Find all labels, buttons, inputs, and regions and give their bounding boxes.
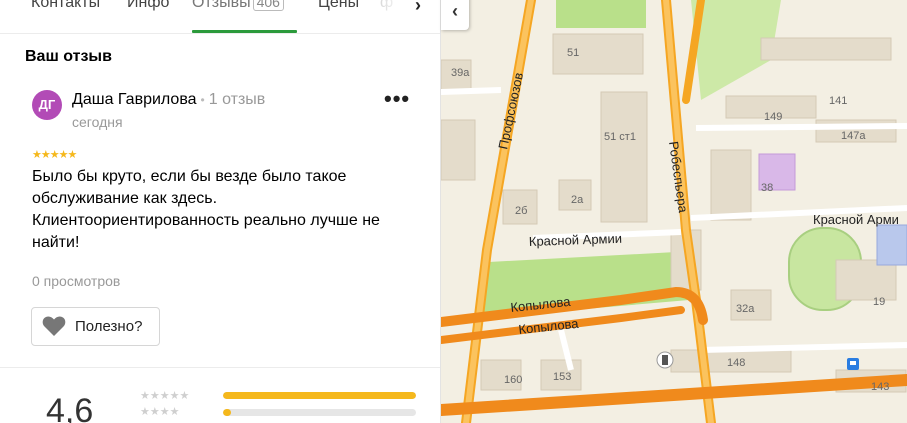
tab-reviews[interactable]: Отзывы 406 xyxy=(192,0,284,12)
review-author-line: Даша Гаврилова • 1 отзыв xyxy=(72,91,265,109)
tab-info[interactable]: Инфо xyxy=(127,0,169,12)
review-text: Было бы круто, если бы везде было такое … xyxy=(32,168,380,251)
author-name[interactable]: Даша Гаврилова xyxy=(72,91,197,108)
views-count: 0 просмотров xyxy=(32,273,121,289)
helpful-label: Полезно? xyxy=(75,318,143,335)
house-number: 19 xyxy=(873,296,885,308)
review-date: сегодня xyxy=(72,114,123,130)
reviews-panel: Контакты Инфо Отзывы406 Цены ф › Ваш отз… xyxy=(0,0,441,423)
house-number: 38 xyxy=(761,182,773,194)
heart-icon xyxy=(42,316,66,336)
street-label-krasnoy-armii-2: Красной Арми xyxy=(813,212,899,227)
house-number: 32а xyxy=(736,303,755,315)
house-number: 143 xyxy=(871,381,889,393)
house-number: 39а xyxy=(451,67,470,79)
rating-bar-4 xyxy=(223,409,416,416)
tab-contacts[interactable]: Контакты xyxy=(31,0,100,12)
active-tab-indicator xyxy=(192,30,297,33)
chess-icon[interactable] xyxy=(656,351,674,369)
tab-reviews-label: Отзывы xyxy=(192,0,251,11)
house-number: 2а xyxy=(571,194,584,206)
tab-prices[interactable]: Цены xyxy=(318,0,359,12)
author-review-count[interactable]: 1 отзыв xyxy=(209,91,266,108)
review-stars: ★★★★★ xyxy=(32,149,77,161)
house-number: 51 xyxy=(567,47,579,59)
tab-bar: Контакты Инфо Отзывы406 Цены ф › xyxy=(0,0,440,34)
house-number: 147а xyxy=(841,130,866,142)
blue-building xyxy=(876,224,907,266)
house-number: 160 xyxy=(504,374,522,386)
map-canvas[interactable]: Профсоюзов Робеспьера Красной Армии Крас… xyxy=(441,0,907,423)
house-number: 141 xyxy=(829,95,847,107)
separator-dot: • xyxy=(200,93,205,107)
rating-bar-5-fill xyxy=(223,392,416,399)
collapse-panel-icon[interactable]: ‹ xyxy=(441,0,469,30)
tab-fade xyxy=(372,0,404,30)
rating-row-5-stars: ★★★★★ xyxy=(140,390,190,402)
section-title: Ваш отзыв xyxy=(25,48,112,65)
tabs-next-icon[interactable]: › xyxy=(408,0,428,16)
bus-stop-icon[interactable] xyxy=(847,358,859,370)
app-root: Контакты Инфо Отзывы406 Цены ф › Ваш отз… xyxy=(0,0,907,423)
map[interactable]: Профсоюзов Робеспьера Красной Армии Крас… xyxy=(441,0,907,423)
divider xyxy=(0,367,440,368)
rating-bar-5 xyxy=(223,392,416,399)
rating-bar-4-fill xyxy=(223,409,231,416)
house-number: 148 xyxy=(727,357,745,369)
house-number: 2б xyxy=(515,205,527,217)
house-number: 51 ст1 xyxy=(604,131,636,143)
house-number: 149 xyxy=(764,111,782,123)
reviews-count-badge: 406 xyxy=(252,0,284,11)
park-area-top xyxy=(556,0,646,28)
rating-row-4-stars: ★★★★ xyxy=(140,406,180,418)
avatar[interactable]: ДГ xyxy=(32,90,62,120)
house-number: 153 xyxy=(553,371,571,383)
average-rating: 4,6 xyxy=(46,392,94,423)
more-options-icon[interactable]: ••• xyxy=(384,88,410,110)
helpful-button[interactable]: Полезно? xyxy=(31,307,160,346)
